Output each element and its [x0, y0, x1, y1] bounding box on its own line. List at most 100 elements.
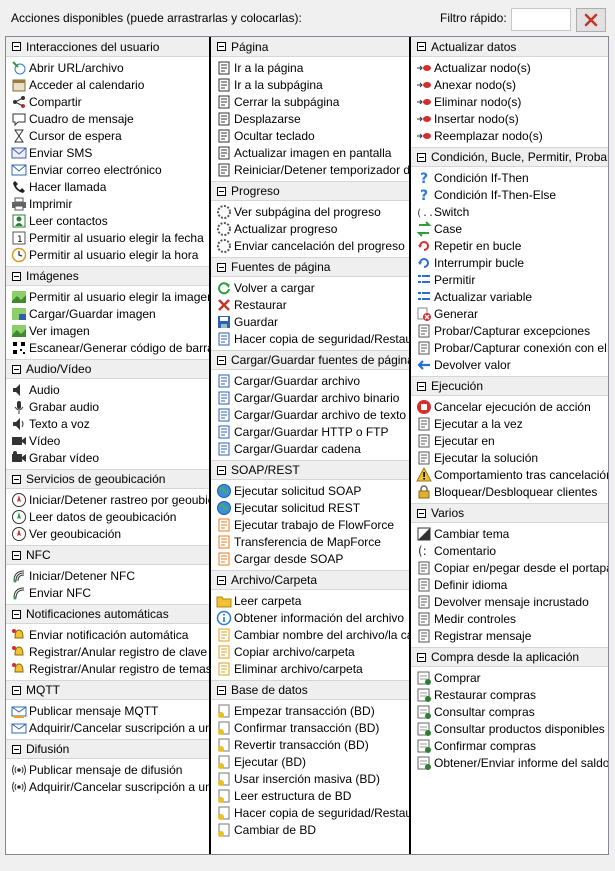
action-item[interactable]: Ir a la página — [211, 59, 409, 76]
collapse-minus-icon[interactable] — [217, 355, 226, 365]
group-header[interactable]: Condición, Bucle, Permitir, Probar — [411, 147, 608, 167]
collapse-minus-icon[interactable] — [217, 575, 226, 585]
group-header[interactable]: Interacciones del usuario — [6, 37, 209, 57]
action-item[interactable]: Copiar en/pegar desde el portapapeles — [411, 559, 608, 576]
clear-filter-button[interactable] — [576, 8, 606, 32]
action-item[interactable]: Registrar/Anular registro de temas — [6, 660, 209, 677]
quick-filter-input[interactable] — [511, 8, 571, 31]
action-item[interactable]: Permitir al usuario elegir la imagen — [6, 288, 209, 305]
action-item[interactable]: Ejecutar en — [411, 432, 608, 449]
action-item[interactable]: Escanear/Generar código de barras — [6, 339, 209, 356]
group-header[interactable]: SOAP/REST — [211, 460, 409, 480]
action-item[interactable]: Case — [411, 220, 608, 237]
collapse-minus-icon[interactable] — [417, 381, 426, 391]
action-item[interactable]: Cargar/Guardar imagen — [6, 305, 209, 322]
action-item[interactable]: Publicar mensaje de difusión — [6, 761, 209, 778]
action-item[interactable]: Anexar nodo(s) — [411, 76, 608, 93]
action-item[interactable]: Ir a la subpágina — [211, 76, 409, 93]
collapse-minus-icon[interactable] — [217, 42, 226, 51]
action-item[interactable]: Cuadro de mensaje — [6, 110, 209, 127]
action-item[interactable]: Obtener/Enviar informe del saldo — [411, 754, 608, 771]
action-item[interactable]: Audio — [6, 381, 209, 398]
action-item[interactable]: Cursor de espera — [6, 127, 209, 144]
action-item[interactable]: Grabar audio — [6, 398, 209, 415]
action-item[interactable]: Publicar mensaje MQTT — [6, 702, 209, 719]
action-item[interactable]: Permitir al usuario elegir la hora — [6, 246, 209, 263]
collapse-minus-icon[interactable] — [417, 152, 426, 162]
collapse-minus-icon[interactable] — [217, 465, 226, 475]
action-item[interactable]: Generar — [411, 305, 608, 322]
action-item[interactable]: Leer estructura de BD — [211, 787, 409, 804]
action-item[interactable]: Cargar desde SOAP — [211, 550, 409, 567]
action-item[interactable]: Acceder al calendario — [6, 76, 209, 93]
action-item[interactable]: ? Condición If-Then-Else — [411, 186, 608, 203]
group-header[interactable]: Página — [211, 37, 409, 57]
action-item[interactable]: Restaurar — [211, 296, 409, 313]
action-item[interactable]: Imprimir — [6, 195, 209, 212]
action-item[interactable]: Actualizar variable — [411, 288, 608, 305]
action-item[interactable]: Devolver valor — [411, 356, 608, 373]
collapse-minus-icon[interactable] — [12, 271, 21, 281]
action-item[interactable]: Texto a voz — [6, 415, 209, 432]
action-item[interactable]: Adquirir/Cancelar suscripción a un tema — [6, 719, 209, 736]
action-item[interactable]: Eliminar nodo(s) — [411, 93, 608, 110]
action-item[interactable]: Reiniciar/Detener temporizador de página — [211, 161, 409, 178]
action-item[interactable]: Cargar/Guardar archivo de texto — [211, 406, 409, 423]
action-item[interactable]: (: Comentario — [411, 542, 608, 559]
collapse-minus-icon[interactable] — [12, 42, 21, 51]
collapse-minus-icon[interactable] — [12, 474, 21, 484]
action-item[interactable]: Adquirir/Cancelar suscripción a un tema — [6, 778, 209, 795]
group-header[interactable]: MQTT — [6, 680, 209, 700]
group-header[interactable]: Audio/Vídeo — [6, 359, 209, 379]
collapse-minus-icon[interactable] — [12, 550, 21, 560]
action-item[interactable]: Actualizar imagen en pantalla — [211, 144, 409, 161]
action-item[interactable]: Actualizar progreso — [211, 220, 409, 237]
action-item[interactable]: Cargar/Guardar archivo binario — [211, 389, 409, 406]
action-item[interactable]: Cambiar de BD — [211, 821, 409, 838]
action-item[interactable]: Abrir URL/archivo — [6, 59, 209, 76]
action-item[interactable]: Ver subpágina del progreso — [211, 203, 409, 220]
action-item[interactable]: Cambiar tema — [411, 525, 608, 542]
collapse-minus-icon[interactable] — [12, 744, 21, 754]
action-item[interactable]: Registrar mensaje — [411, 627, 608, 644]
group-header[interactable]: Notificaciones automáticas — [6, 604, 209, 624]
action-item[interactable]: Enviar correo electrónico — [6, 161, 209, 178]
group-header[interactable]: Difusión — [6, 739, 209, 759]
group-header[interactable]: NFC — [6, 545, 209, 565]
action-item[interactable]: Repetir en bucle — [411, 237, 608, 254]
group-header[interactable]: Imágenes — [6, 266, 209, 286]
action-item[interactable]: Desplazarse — [211, 110, 409, 127]
action-item[interactable]: Reemplazar nodo(s) — [411, 127, 608, 144]
group-header[interactable]: Cargar/Guardar fuentes de página — [211, 350, 409, 370]
group-header[interactable]: Varios — [411, 503, 608, 523]
group-header[interactable]: Base de datos — [211, 680, 409, 700]
action-item[interactable]: Hacer copia de seguridad/Restaurar — [211, 804, 409, 821]
collapse-minus-icon[interactable] — [217, 262, 226, 272]
action-item[interactable]: Leer contactos — [6, 212, 209, 229]
action-item[interactable]: Enviar notificación automática — [6, 626, 209, 643]
action-item[interactable]: Restaurar compras — [411, 686, 608, 703]
action-item[interactable]: Interrumpir bucle — [411, 254, 608, 271]
action-item[interactable]: Revertir transacción (BD) — [211, 736, 409, 753]
action-item[interactable]: Ejecutar la solución — [411, 449, 608, 466]
collapse-minus-icon[interactable] — [12, 609, 21, 619]
action-item[interactable]: Consultar productos disponibles — [411, 720, 608, 737]
action-item[interactable]: Comprar — [411, 669, 608, 686]
collapse-minus-icon[interactable] — [417, 508, 426, 518]
action-item[interactable]: Ejecutar a la vez — [411, 415, 608, 432]
action-item[interactable]: Enviar NFC — [6, 584, 209, 601]
group-header[interactable]: Compra desde la aplicación — [411, 647, 608, 667]
action-item[interactable]: Ejecutar (BD) — [211, 753, 409, 770]
action-item[interactable]: Probar/Capturar excepciones — [411, 322, 608, 339]
action-item[interactable]: Insertar nodo(s) — [411, 110, 608, 127]
action-item[interactable]: Guardar — [211, 313, 409, 330]
action-item[interactable]: Definir idioma — [411, 576, 608, 593]
action-item[interactable]: Eliminar archivo/carpeta — [211, 660, 409, 677]
collapse-minus-icon[interactable] — [417, 42, 426, 51]
action-item[interactable]: Compartir — [6, 93, 209, 110]
action-item[interactable]: 1 Permitir al usuario elegir la fecha — [6, 229, 209, 246]
action-item[interactable]: Volver a cargar — [211, 279, 409, 296]
action-item[interactable]: Ejecutar solicitud REST — [211, 499, 409, 516]
action-item[interactable]: Ejecutar trabajo de FlowForce — [211, 516, 409, 533]
action-item[interactable]: Cargar/Guardar cadena — [211, 440, 409, 457]
